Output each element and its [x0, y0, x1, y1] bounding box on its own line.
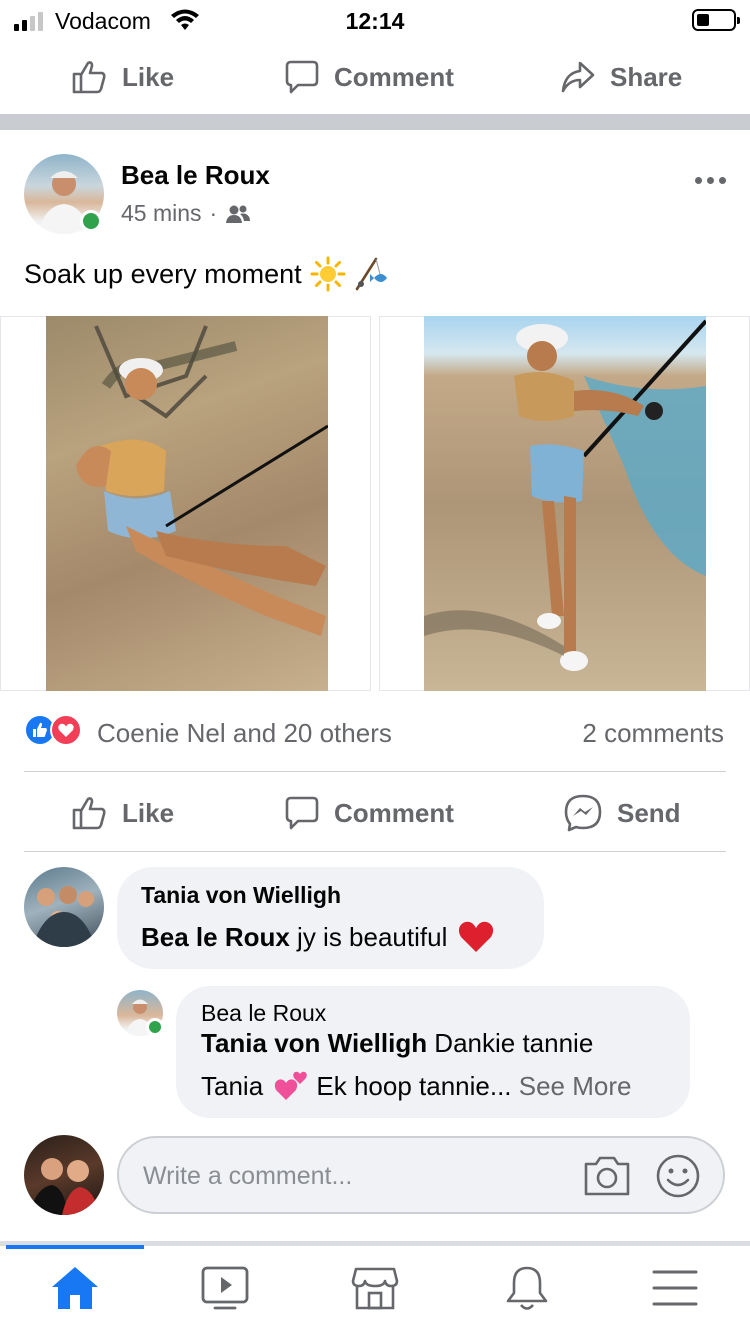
two-hearts-emoji-icon	[275, 1071, 307, 1100]
share-button-top[interactable]: Share	[560, 42, 682, 112]
post-caption: Soak up every moment	[24, 256, 390, 292]
see-more-link[interactable]: See More	[512, 1071, 632, 1102]
camera-icon[interactable]	[582, 1154, 632, 1198]
sun-emoji-icon	[310, 256, 346, 292]
comment-body-2c: Ek hoop tannie...	[309, 1070, 512, 1101]
menu-icon	[652, 1270, 698, 1306]
marketplace-icon	[351, 1267, 399, 1310]
current-user-avatar[interactable]	[24, 1135, 104, 1215]
comment-author-2[interactable]: Bea le Roux	[201, 1000, 326, 1027]
comment-body-2a: Dankie tannie	[427, 1028, 594, 1058]
like-label: Like	[122, 61, 175, 92]
comment-icon	[285, 60, 319, 94]
share-label: Share	[610, 61, 683, 92]
divider-bottom	[24, 851, 726, 852]
fishing-pole-emoji-icon	[355, 257, 387, 291]
send-button[interactable]: Send	[563, 778, 681, 848]
tab-watch[interactable]	[195, 1262, 255, 1314]
post-meta: 45 mins ·	[121, 200, 251, 227]
tab-menu[interactable]	[645, 1262, 705, 1314]
battery-icon	[692, 9, 740, 31]
share-icon	[561, 61, 595, 93]
comment-input-placeholder: Write a comment...	[143, 1162, 353, 1190]
friends-audience-icon	[226, 205, 251, 223]
like-icon	[72, 61, 106, 94]
post-photo-2[interactable]	[424, 316, 706, 691]
like-icon	[72, 797, 106, 830]
reaction-icons[interactable]	[24, 714, 82, 746]
watch-icon	[201, 1266, 249, 1310]
comment-mention-1[interactable]: Bea le Roux	[141, 922, 290, 953]
post-separator	[0, 114, 750, 130]
status-time: 12:14	[345, 8, 405, 34]
comment-label: Comment	[334, 797, 454, 828]
tab-notifications[interactable]	[497, 1262, 557, 1314]
comment-body-1: jy is beautiful	[289, 921, 448, 952]
caption-text: Soak up every moment	[24, 258, 302, 289]
messenger-icon	[564, 794, 602, 832]
comment-input[interactable]: Write a comment...	[117, 1136, 725, 1214]
reply-online-indicator	[146, 1018, 164, 1036]
comment-label: Comment	[334, 61, 454, 92]
emoji-icon[interactable]	[655, 1153, 701, 1199]
comment-text-1: Bea le Roux jy is beautiful	[141, 920, 495, 954]
post-options-icon[interactable]	[690, 170, 730, 190]
comment-icon	[285, 796, 319, 830]
like-button-top[interactable]: Like	[70, 42, 174, 112]
comment-mention-2[interactable]: Tania von Wielligh	[201, 1028, 427, 1058]
tab-marketplace[interactable]	[345, 1262, 405, 1314]
comments-count[interactable]: 2 comments	[582, 718, 724, 749]
post-actions: Like Comment Send	[0, 778, 750, 848]
post-author-name[interactable]: Bea le Roux	[121, 160, 270, 191]
comment-body-2b: Tania	[201, 1070, 264, 1101]
comment-text-2-line1: Tania von Wielligh Dankie tannie	[201, 1028, 593, 1059]
commenter-avatar-tania[interactable]	[24, 867, 104, 947]
meta-separator: ·	[209, 200, 218, 226]
divider-top	[24, 771, 726, 772]
home-icon	[52, 1267, 98, 1309]
previous-post-actions: Like Comment Share	[0, 42, 750, 112]
comment-author-1[interactable]: Tania von Wielligh	[141, 882, 341, 909]
post-photo-1[interactable]	[46, 316, 328, 691]
active-tab-indicator	[6, 1245, 144, 1249]
like-label: Like	[122, 797, 175, 828]
status-bar: Vodacom 12:14	[0, 0, 750, 40]
post-time[interactable]: 45 mins	[121, 200, 202, 227]
tab-home[interactable]	[45, 1262, 105, 1314]
bell-icon	[506, 1266, 548, 1310]
like-button[interactable]: Like	[70, 778, 174, 848]
love-reaction-icon	[50, 714, 82, 746]
comment-button-top[interactable]: Comment	[284, 42, 454, 112]
heart-emoji-icon	[459, 921, 494, 952]
send-label: Send	[617, 797, 681, 828]
comment-button[interactable]: Comment	[284, 778, 454, 848]
online-indicator	[80, 210, 102, 232]
reactions-summary[interactable]: Coenie Nel and 20 others	[97, 718, 392, 749]
battery-level	[697, 14, 709, 26]
comment-text-2-line2: Tania Ek hoop tannie... See More	[201, 1070, 631, 1102]
